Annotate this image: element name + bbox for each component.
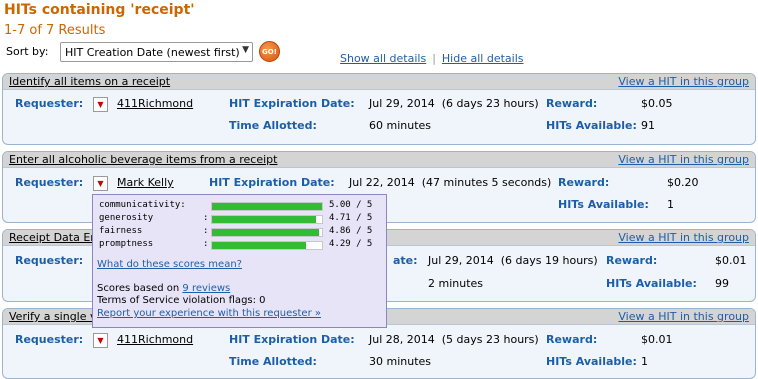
expiration-value: Jul 28, 2014 (5 days 23 hours)	[369, 333, 539, 346]
hit-title-bar: Enter all alcoholic beverage items from …	[3, 152, 755, 168]
score-row: generosity: 4.71 / 5	[99, 213, 384, 225]
score-name: promptness	[99, 239, 154, 249]
score-name: communicativity:	[99, 200, 186, 210]
score-bar-track	[211, 202, 323, 211]
requester-link[interactable]: 411Richmond	[117, 97, 193, 110]
page-title: HITs containing 'receipt'	[4, 2, 195, 18]
hit-title-link[interactable]: Verify a single v	[9, 310, 97, 323]
hits-available-value: 1	[667, 198, 674, 211]
requester-menu-button[interactable]: ▼	[93, 176, 108, 191]
scores-based-on-text: Scores based on	[97, 283, 183, 294]
hits-available-value: 91	[641, 119, 655, 132]
time-allotted-value: 30 minutes	[369, 355, 432, 368]
time-allotted-value: 2 minutes	[428, 277, 484, 290]
reward-label: Reward:	[558, 176, 610, 189]
score-value: 4.71 / 5	[329, 213, 373, 223]
score-bar	[212, 203, 322, 210]
sort-by-label: Sort by:	[6, 45, 49, 58]
reward-label: Reward:	[546, 97, 598, 110]
sort-select-value: HIT Creation Date (newest first)	[65, 46, 240, 59]
results-count: 1-7 of 7 Results	[4, 23, 106, 38]
detail-links: Show all details | Hide all details	[340, 52, 523, 65]
reward-label: Reward:	[546, 333, 598, 346]
requester-label: Requester:	[15, 97, 84, 110]
requester-label: Requester:	[15, 333, 84, 346]
requester-label: Requester:	[15, 176, 84, 189]
hits-available-label: HITs Available:	[546, 355, 637, 368]
reward-value: $0.01	[641, 333, 673, 346]
view-hit-link[interactable]: View a HIT in this group	[618, 153, 749, 166]
hit-title-link[interactable]: Enter all alcoholic beverage items from …	[9, 153, 277, 166]
reward-value: $0.05	[641, 97, 673, 110]
scores-meaning-link[interactable]: What do these scores mean?	[97, 259, 242, 270]
reviews-link[interactable]: 9 reviews	[182, 283, 230, 294]
tos-flags: Terms of Service violation flags: 0	[97, 295, 266, 306]
hits-available-label: HITs Available:	[558, 198, 649, 211]
requester-link[interactable]: Mark Kelly	[117, 176, 174, 189]
score-bar-track	[211, 241, 323, 250]
score-colon: :	[203, 239, 209, 249]
expiration-label: HIT Expiration Date:	[209, 176, 335, 189]
score-bar	[212, 229, 319, 236]
expiration-value: Jul 29, 2014 (6 days 19 hours)	[428, 254, 598, 267]
requester-menu-button[interactable]: ▼	[93, 333, 108, 348]
hits-available-label: HITs Available:	[546, 119, 637, 132]
score-value: 4.29 / 5	[329, 239, 373, 249]
requester-menu-button[interactable]: ▼	[93, 97, 108, 112]
hit-title-bar: Identify all items on a receipt View a H…	[3, 74, 755, 90]
expiration-label: ate:	[393, 254, 418, 267]
report-experience-link[interactable]: Report your experience with this request…	[97, 308, 321, 319]
hide-all-details-link[interactable]: Hide all details	[442, 52, 524, 65]
reward-value: $0.01	[715, 254, 747, 267]
score-bar	[212, 216, 316, 223]
score-bar-track	[211, 215, 323, 224]
score-name: fairness	[99, 226, 143, 236]
hits-available-value: 1	[641, 355, 648, 368]
score-row: communicativity: 5.00 / 5	[99, 200, 384, 212]
view-hit-link[interactable]: View a HIT in this group	[618, 231, 749, 244]
hit-title-link[interactable]: Receipt Data En	[9, 231, 97, 244]
expiration-value: Jul 29, 2014 (6 days 23 hours)	[369, 97, 539, 110]
score-colon: :	[203, 213, 209, 223]
score-bar-track	[211, 228, 323, 237]
show-all-details-link[interactable]: Show all details	[340, 52, 426, 65]
link-separator: |	[432, 52, 436, 65]
score-name: generosity	[99, 213, 154, 223]
hits-available-label: HITs Available:	[606, 277, 697, 290]
sort-select[interactable]: HIT Creation Date (newest first) ▼	[60, 42, 253, 62]
expiration-label: HIT Expiration Date:	[229, 97, 355, 110]
requester-label: Requester:	[15, 254, 84, 267]
hit-group: Identify all items on a receipt View a H…	[2, 73, 756, 145]
time-allotted-label: Time Allotted:	[229, 355, 317, 368]
score-row: fairness: 4.86 / 5	[99, 226, 384, 238]
requester-link[interactable]: 411Richmond	[117, 333, 193, 346]
score-value: 4.86 / 5	[329, 226, 373, 236]
hits-available-value: 99	[715, 277, 729, 290]
reward-label: Reward:	[606, 254, 658, 267]
requester-scores-popup: communicativity: 5.00 / 5 generosity: 4.71 …	[92, 194, 387, 328]
score-colon: :	[203, 226, 209, 236]
reward-value: $0.20	[667, 176, 699, 189]
time-allotted-label: Time Allotted:	[229, 119, 317, 132]
expiration-label: HIT Expiration Date:	[229, 333, 355, 346]
expiration-value: Jul 22, 2014 (47 minutes 5 seconds)	[349, 176, 552, 189]
view-hit-link[interactable]: View a HIT in this group	[618, 75, 749, 88]
view-hit-link[interactable]: View a HIT in this group	[618, 310, 749, 323]
chevron-down-icon: ▼	[242, 45, 249, 55]
scores-based-on: Scores based on 9 reviews	[97, 283, 230, 294]
go-button[interactable]: GO!	[259, 41, 280, 62]
score-row: promptness: 4.29 / 5	[99, 239, 384, 251]
score-bar	[212, 242, 307, 249]
score-value: 5.00 / 5	[329, 200, 373, 210]
time-allotted-value: 60 minutes	[369, 119, 432, 132]
hit-title-link[interactable]: Identify all items on a receipt	[9, 75, 170, 88]
